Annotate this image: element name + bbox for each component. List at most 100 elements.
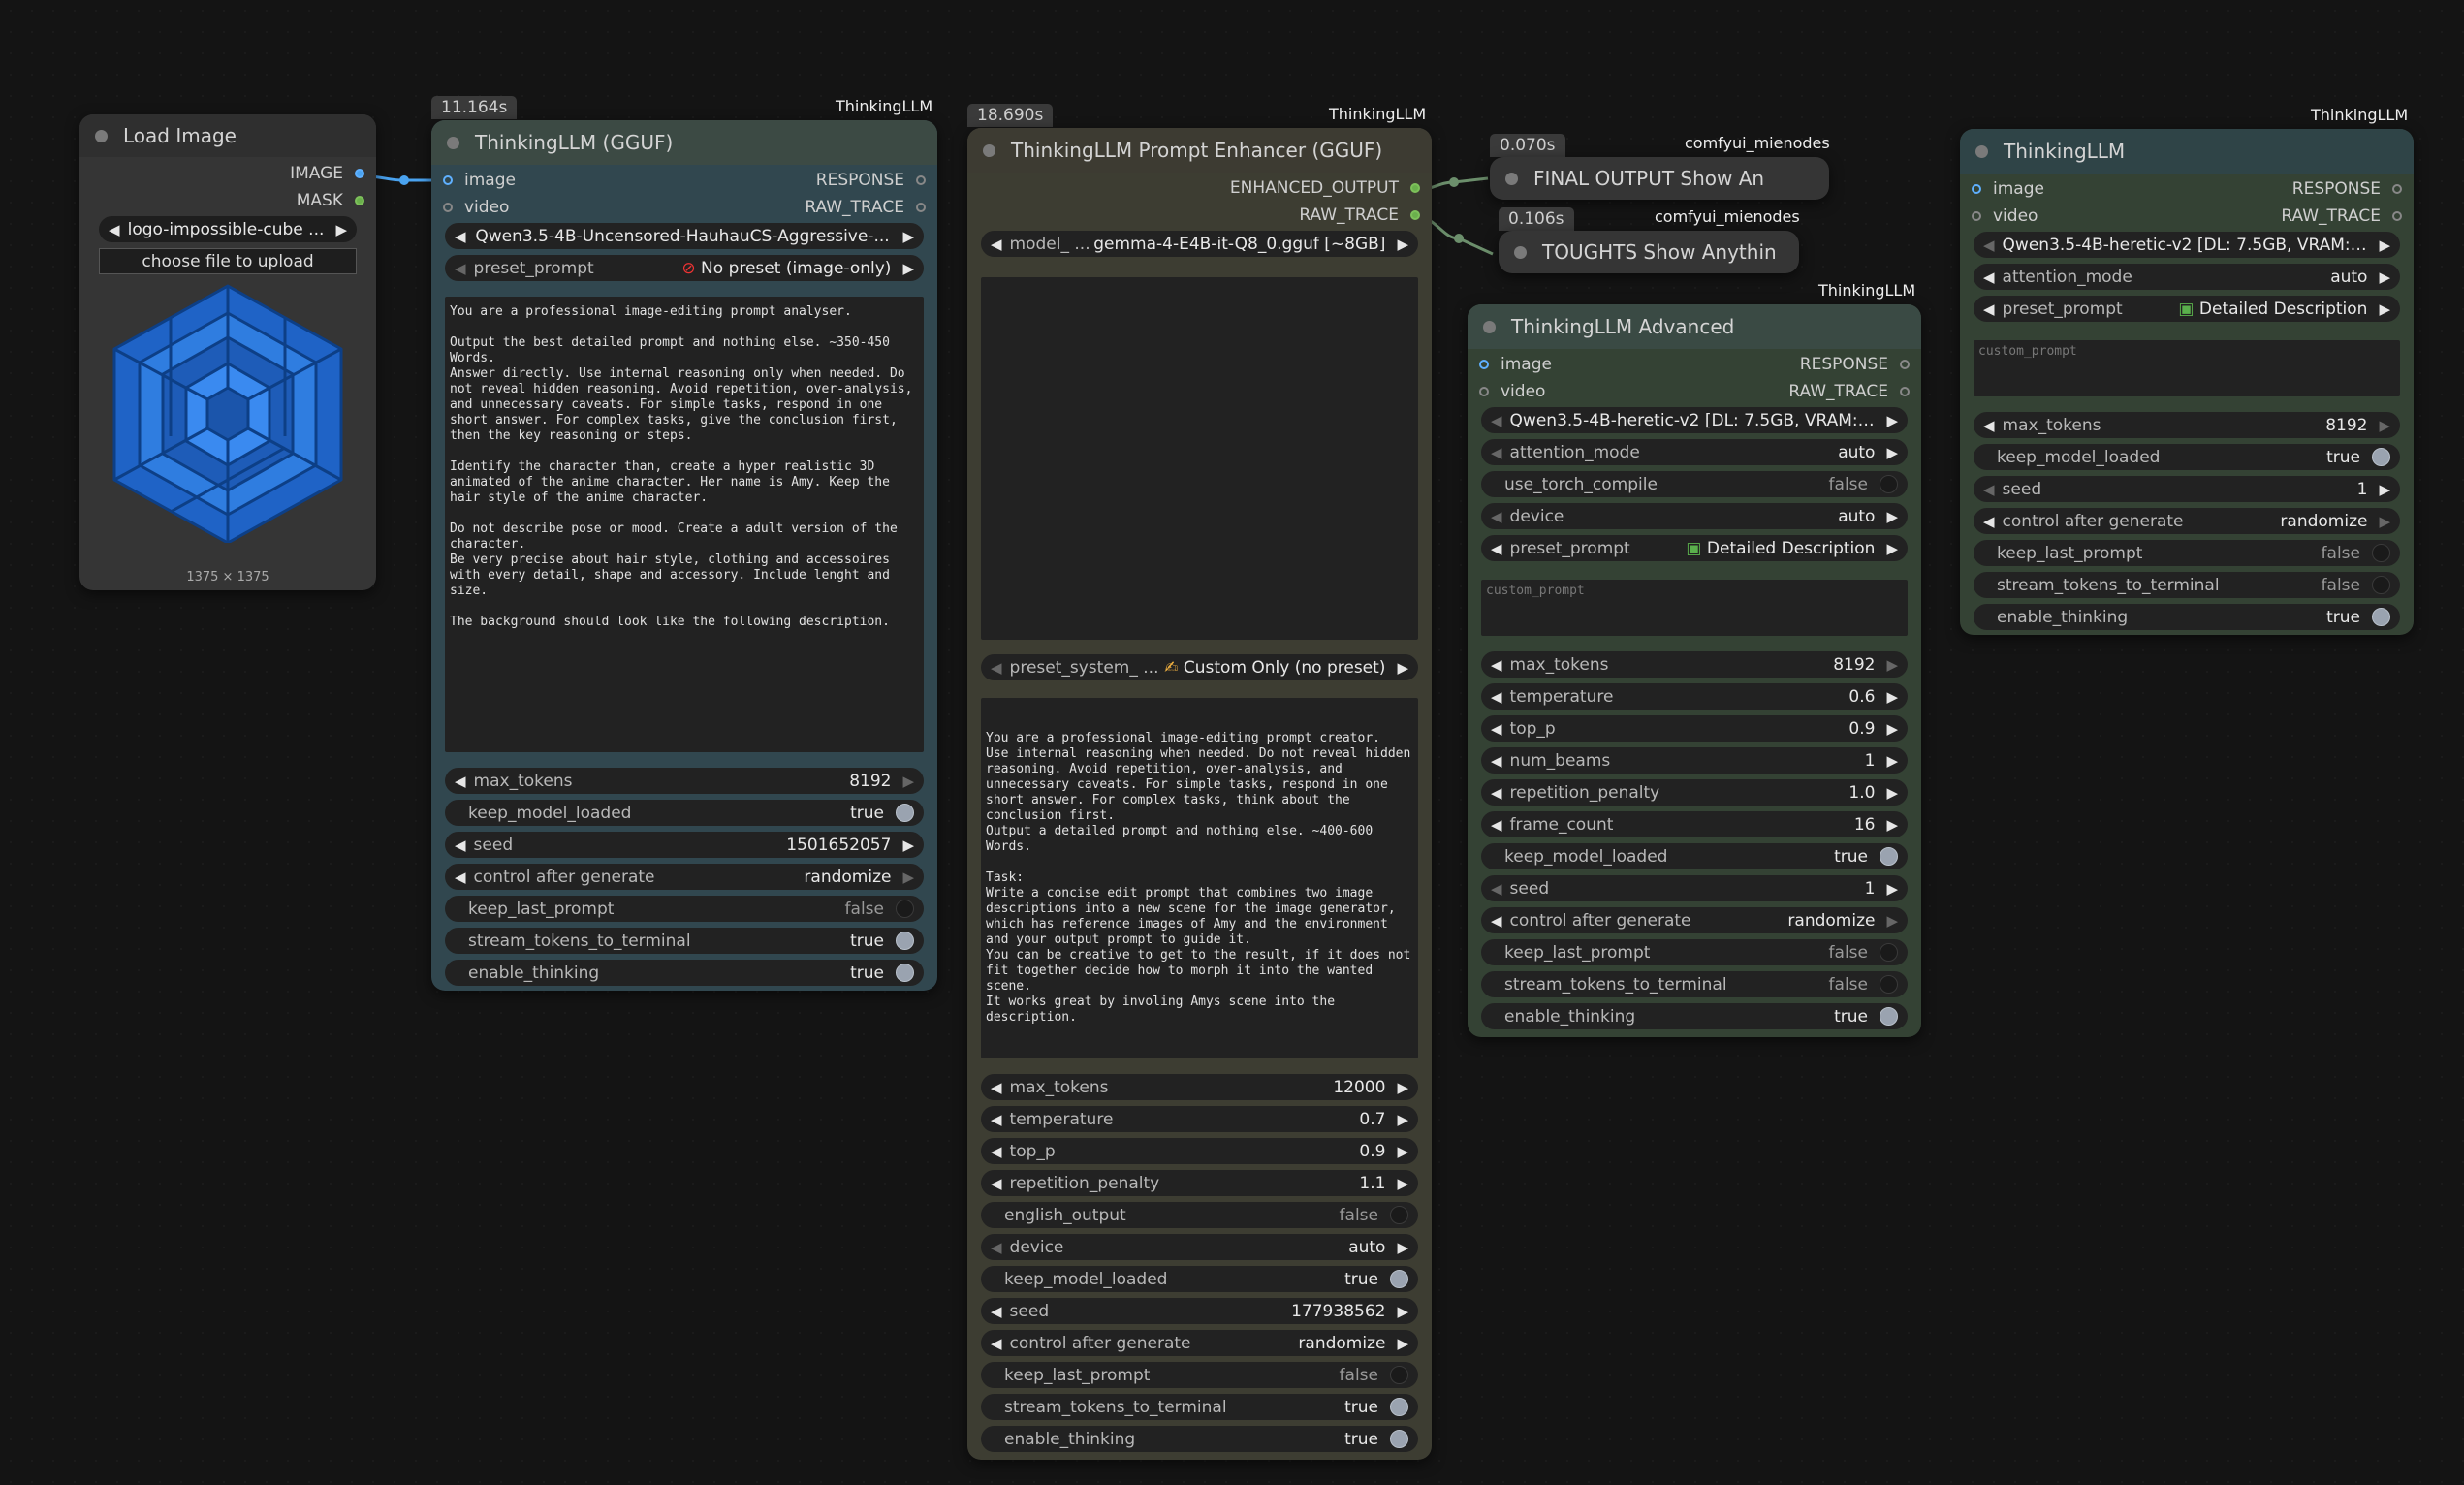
toggle-knob-icon[interactable] <box>1880 1007 1898 1026</box>
max-tokens-slider[interactable]: ◀ max_tokens 8192 ▶ <box>1481 651 1908 678</box>
max-tokens-slider[interactable]: ◀ max_tokens 8192 ▶ <box>1974 412 2400 438</box>
arrow-right-icon[interactable]: ▶ <box>902 260 914 277</box>
collapse-dot-icon[interactable] <box>95 129 108 142</box>
arrow-left-icon[interactable]: ◀ <box>455 228 466 245</box>
arrow-right-icon[interactable]: ▶ <box>1886 656 1898 674</box>
node-header[interactable]: ThinkingLLM Prompt Enhancer (GGUF) <box>967 128 1432 173</box>
max-tokens-slider[interactable]: ◀ max_tokens 8192 ▶ <box>445 768 924 794</box>
arrow-right-icon[interactable]: ▶ <box>2379 300 2390 318</box>
custom-prompt-textarea[interactable]: custom_prompt <box>1481 580 1908 636</box>
output-raw-trace[interactable]: RAW_TRACE <box>1788 382 1910 401</box>
device-select[interactable]: ◀ device auto ▶ <box>981 1234 1418 1260</box>
num-beams-slider[interactable]: ◀ num_beams 1 ▶ <box>1481 747 1908 774</box>
arrow-left-icon[interactable]: ◀ <box>1491 540 1502 557</box>
arrow-left-icon[interactable]: ◀ <box>455 773 466 790</box>
frame-count-slider[interactable]: ◀ frame_count 16 ▶ <box>1481 811 1908 837</box>
top-p-slider[interactable]: ◀ top_p 0.9 ▶ <box>981 1138 1418 1164</box>
arrow-left-icon[interactable]: ◀ <box>1491 412 1502 429</box>
port-dot-icon[interactable] <box>443 203 453 212</box>
arrow-right-icon[interactable]: ▶ <box>1397 1335 1408 1352</box>
arrow-right-icon[interactable]: ▶ <box>1886 816 1898 834</box>
toggle-knob-icon[interactable] <box>1880 847 1898 866</box>
load-image-node[interactable]: Load Image IMAGE MASK ◀ logo-impossible-… <box>79 114 376 590</box>
model-select[interactable]: ◀ Qwen3.5-4B-Uncensored-HauhauCS-Aggress… <box>445 223 924 249</box>
arrow-left-icon[interactable]: ◀ <box>991 1111 1002 1128</box>
input-video[interactable]: video <box>1972 206 2038 226</box>
node-header[interactable]: Load Image <box>79 114 376 157</box>
enable-thinking-toggle[interactable]: enable_thinking true <box>1974 604 2400 630</box>
output-mask[interactable]: MASK <box>297 191 364 210</box>
port-dot-icon[interactable] <box>2392 184 2402 194</box>
toggle-knob-icon[interactable] <box>2372 544 2390 562</box>
arrow-left-icon[interactable]: ◀ <box>1491 656 1502 674</box>
arrow-right-icon[interactable]: ▶ <box>1397 1111 1408 1128</box>
input-video[interactable]: video <box>1479 382 1545 401</box>
arrow-left-icon[interactable]: ◀ <box>1983 513 1995 530</box>
arrow-left-icon[interactable]: ◀ <box>1983 269 1995 286</box>
port-dot-icon[interactable] <box>355 196 364 205</box>
arrow-left-icon[interactable]: ◀ <box>991 1303 1002 1320</box>
collapse-dot-icon[interactable] <box>447 136 459 149</box>
collapse-dot-icon[interactable] <box>1514 245 1527 259</box>
stream-tokens-toggle[interactable]: stream_tokens_to_terminal true <box>981 1394 1418 1420</box>
arrow-right-icon[interactable]: ▶ <box>1886 688 1898 706</box>
port-dot-icon[interactable] <box>1972 184 1981 194</box>
custom-prompt-textarea[interactable]: custom_prompt <box>1974 340 2400 396</box>
keep-model-loaded-toggle[interactable]: keep_model_loaded true <box>445 800 924 826</box>
arrow-left-icon[interactable]: ◀ <box>1491 784 1502 802</box>
stream-tokens-toggle[interactable]: stream_tokens_to_terminal false <box>1481 971 1908 997</box>
port-dot-icon[interactable] <box>1479 360 1489 369</box>
node-header[interactable]: TOUGHTS Show Anythin <box>1499 231 1799 273</box>
keep-last-prompt-toggle[interactable]: keep_last_prompt false <box>1974 540 2400 566</box>
toggle-knob-icon[interactable] <box>1880 475 1898 493</box>
arrow-left-icon[interactable]: ◀ <box>455 869 466 886</box>
arrow-left-icon[interactable]: ◀ <box>455 837 466 854</box>
arrow-right-icon[interactable]: ▶ <box>1397 1175 1408 1192</box>
enable-thinking-toggle[interactable]: enable_thinking true <box>981 1426 1418 1452</box>
arrow-left-icon[interactable]: ◀ <box>1491 688 1502 706</box>
node-graph-canvas[interactable]: Load Image IMAGE MASK ◀ logo-impossible-… <box>0 0 2464 1485</box>
arrow-right-icon[interactable]: ▶ <box>2379 417 2390 434</box>
arrow-left-icon[interactable]: ◀ <box>1491 912 1502 930</box>
arrow-right-icon[interactable]: ▶ <box>902 773 914 790</box>
arrow-right-icon[interactable]: ▶ <box>2379 513 2390 530</box>
attention-mode-select[interactable]: ◀ attention_mode auto ▶ <box>1974 264 2400 290</box>
port-dot-icon[interactable] <box>1900 387 1910 396</box>
arrow-left-icon[interactable]: ◀ <box>991 1239 1002 1256</box>
keep-last-prompt-toggle[interactable]: keep_last_prompt false <box>445 896 924 922</box>
arrow-right-icon[interactable]: ▶ <box>1886 912 1898 930</box>
control-after-generate-select[interactable]: ◀ control after generate randomize ▶ <box>981 1330 1418 1356</box>
max-tokens-slider[interactable]: ◀ max_tokens 12000 ▶ <box>981 1074 1418 1100</box>
port-dot-icon[interactable] <box>355 169 364 178</box>
arrow-right-icon[interactable]: ▶ <box>2379 237 2390 254</box>
arrow-right-icon[interactable]: ▶ <box>1397 236 1408 253</box>
collapse-dot-icon[interactable] <box>1505 172 1518 185</box>
arrow-right-icon[interactable]: ▶ <box>1397 659 1408 677</box>
node-header[interactable]: ThinkingLLM (GGUF) <box>431 120 937 165</box>
port-dot-icon[interactable] <box>1410 183 1420 193</box>
port-dot-icon[interactable] <box>2392 211 2402 221</box>
seed-input[interactable]: ◀ seed 177938562 ▶ <box>981 1298 1418 1324</box>
port-dot-icon[interactable] <box>1479 387 1489 396</box>
arrow-left-icon[interactable]: ◀ <box>1491 880 1502 898</box>
input-image[interactable]: image <box>1972 179 2044 199</box>
arrow-left-icon[interactable]: ◀ <box>1983 417 1995 434</box>
arrow-left-icon[interactable]: ◀ <box>991 1143 1002 1160</box>
arrow-left-icon[interactable]: ◀ <box>991 236 1002 253</box>
toggle-knob-icon[interactable] <box>2372 448 2390 466</box>
node-header[interactable]: FINAL OUTPUT Show An <box>1490 157 1829 200</box>
arrow-right-icon[interactable]: ▶ <box>1886 880 1898 898</box>
toggle-knob-icon[interactable] <box>896 932 914 950</box>
arrow-right-icon[interactable]: ▶ <box>1886 508 1898 525</box>
arrow-right-icon[interactable]: ▶ <box>902 228 914 245</box>
toggle-knob-icon[interactable] <box>1390 1430 1408 1448</box>
keep-model-loaded-toggle[interactable]: keep_model_loaded true <box>981 1266 1418 1292</box>
output-response[interactable]: RESPONSE <box>1800 355 1910 374</box>
input-video[interactable]: video <box>443 198 509 217</box>
arrow-right-icon[interactable]: ▶ <box>1886 444 1898 461</box>
arrow-left-icon[interactable]: ◀ <box>1491 720 1502 738</box>
thinkingllm-advanced-node[interactable]: ThinkingLLM Advanced image video RESPONS… <box>1468 304 1921 1037</box>
keep-model-loaded-toggle[interactable]: keep_model_loaded true <box>1481 843 1908 869</box>
arrow-left-icon[interactable]: ◀ <box>1491 444 1502 461</box>
toggle-knob-icon[interactable] <box>1390 1398 1408 1416</box>
